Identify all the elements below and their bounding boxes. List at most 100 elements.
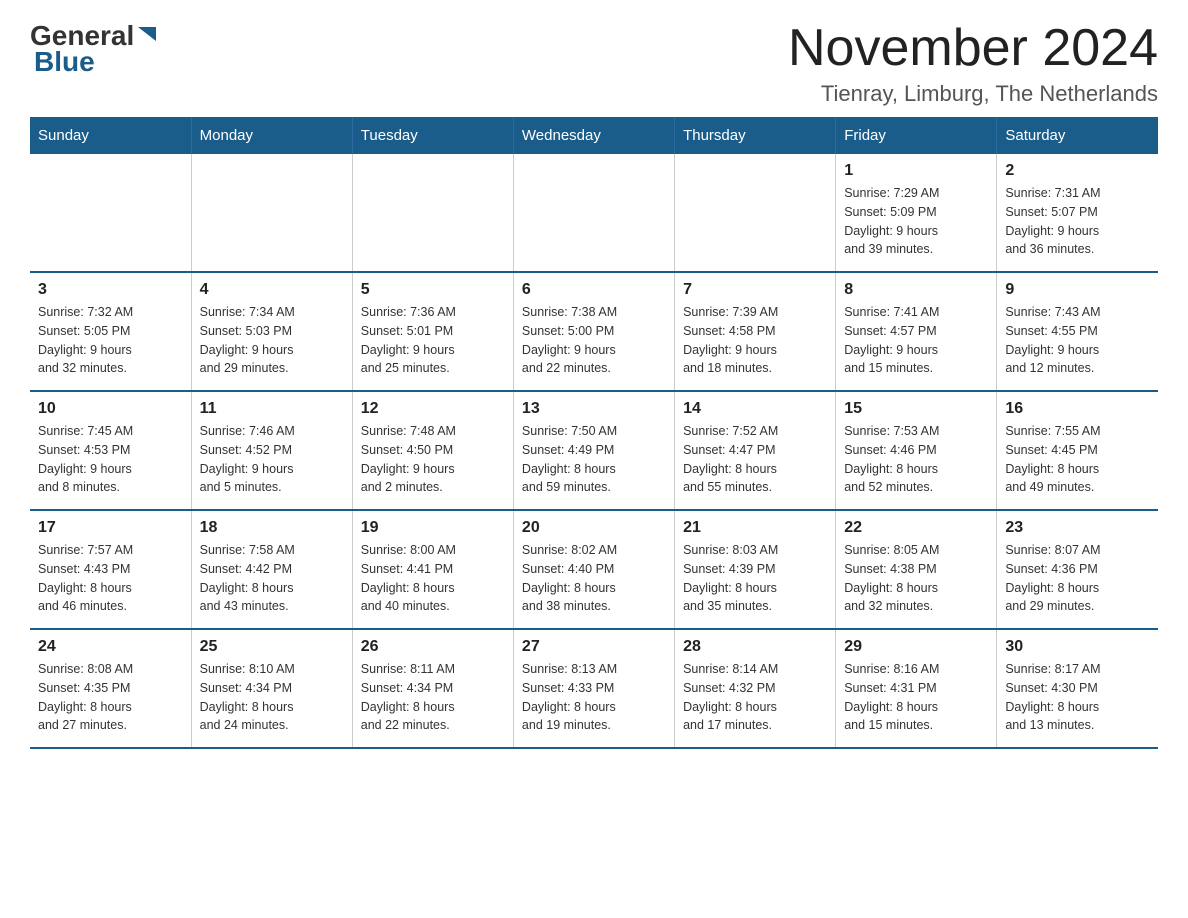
day-info: Sunrise: 7:55 AM Sunset: 4:45 PM Dayligh… — [1005, 422, 1150, 497]
day-info: Sunrise: 7:43 AM Sunset: 4:55 PM Dayligh… — [1005, 303, 1150, 378]
day-number: 7 — [683, 281, 827, 299]
week-row-4: 17Sunrise: 7:57 AM Sunset: 4:43 PM Dayli… — [30, 510, 1158, 629]
header-monday: Monday — [191, 117, 352, 154]
day-info: Sunrise: 7:36 AM Sunset: 5:01 PM Dayligh… — [361, 303, 505, 378]
day-cell — [191, 154, 352, 272]
title-section: November 2024 Tienray, Limburg, The Neth… — [788, 20, 1158, 107]
day-info: Sunrise: 7:58 AM Sunset: 4:42 PM Dayligh… — [200, 541, 344, 616]
day-number: 12 — [361, 400, 505, 418]
day-cell: 27Sunrise: 8:13 AM Sunset: 4:33 PM Dayli… — [513, 629, 674, 748]
day-cell: 5 Sunrise: 7:36 AM Sunset: 5:01 PM Daylig… — [352, 272, 513, 391]
day-cell: 3 Sunrise: 7:32 AM Sunset: 5:05 PM Daylig… — [30, 272, 191, 391]
header-tuesday: Tuesday — [352, 117, 513, 154]
day-number: 28 — [683, 638, 827, 656]
day-number: 25 — [200, 638, 344, 656]
day-cell — [675, 154, 836, 272]
day-number: 24 — [38, 638, 183, 656]
day-cell: 25 Sunrise: 8:10 AM Sunset: 4:34 PM Dayli… — [191, 629, 352, 748]
day-number: 10 — [38, 400, 183, 418]
day-number: 3 — [38, 281, 183, 299]
day-number: 23 — [1005, 519, 1150, 537]
header-thursday: Thursday — [675, 117, 836, 154]
calendar-table: SundayMondayTuesdayWednesdayThursdayFrid… — [30, 117, 1158, 749]
day-info: Sunrise: 7:50 AM Sunset: 4:49 PM Dayligh… — [522, 422, 666, 497]
day-info: Sunrise: 8:07 AM Sunset: 4:36 PM Dayligh… — [1005, 541, 1150, 616]
day-info: Sunrise: 8:10 AM Sunset: 4:34 PM Dayligh… — [200, 660, 344, 735]
day-cell — [352, 154, 513, 272]
location-subtitle: Tienray, Limburg, The Netherlands — [788, 81, 1158, 107]
day-info: Sunrise: 7:46 AM Sunset: 4:52 PM Dayligh… — [200, 422, 344, 497]
month-year-title: November 2024 — [788, 20, 1158, 77]
day-cell: 28 Sunrise: 8:14 AM Sunset: 4:32 PM Dayli… — [675, 629, 836, 748]
header-friday: Friday — [836, 117, 997, 154]
header-saturday: Saturday — [997, 117, 1158, 154]
day-info: Sunrise: 7:52 AM Sunset: 4:47 PM Dayligh… — [683, 422, 827, 497]
logo: General Blue — [30, 20, 158, 78]
day-number: 14 — [683, 400, 827, 418]
day-info: Sunrise: 7:32 AM Sunset: 5:05 PM Dayligh… — [38, 303, 183, 378]
day-number: 19 — [361, 519, 505, 537]
day-cell: 1 Sunrise: 7:29 AM Sunset: 5:09 PM Daylig… — [836, 154, 997, 272]
day-cell: 7 Sunrise: 7:39 AM Sunset: 4:58 PM Daylig… — [675, 272, 836, 391]
logo-blue-text: Blue — [34, 46, 95, 78]
day-cell — [513, 154, 674, 272]
day-info: Sunrise: 7:45 AM Sunset: 4:53 PM Dayligh… — [38, 422, 183, 497]
day-info: Sunrise: 8:02 AM Sunset: 4:40 PM Dayligh… — [522, 541, 666, 616]
day-number: 26 — [361, 638, 505, 656]
day-info: Sunrise: 8:16 AM Sunset: 4:31 PM Dayligh… — [844, 660, 988, 735]
day-cell: 29 Sunrise: 8:16 AM Sunset: 4:31 PM Dayli… — [836, 629, 997, 748]
day-cell: 13 Sunrise: 7:50 AM Sunset: 4:49 PM Dayli… — [513, 391, 674, 510]
day-cell: 18 Sunrise: 7:58 AM Sunset: 4:42 PM Dayli… — [191, 510, 352, 629]
day-info: Sunrise: 7:57 AM Sunset: 4:43 PM Dayligh… — [38, 541, 183, 616]
week-row-2: 3 Sunrise: 7:32 AM Sunset: 5:05 PM Daylig… — [30, 272, 1158, 391]
week-row-5: 24Sunrise: 8:08 AM Sunset: 4:35 PM Dayli… — [30, 629, 1158, 748]
day-number: 1 — [844, 162, 988, 180]
header-wednesday: Wednesday — [513, 117, 674, 154]
day-info: Sunrise: 7:34 AM Sunset: 5:03 PM Dayligh… — [200, 303, 344, 378]
day-cell: 11 Sunrise: 7:46 AM Sunset: 4:52 PM Dayli… — [191, 391, 352, 510]
day-number: 4 — [200, 281, 344, 299]
day-cell: 23 Sunrise: 8:07 AM Sunset: 4:36 PM Dayli… — [997, 510, 1158, 629]
day-info: Sunrise: 8:03 AM Sunset: 4:39 PM Dayligh… — [683, 541, 827, 616]
day-info: Sunrise: 7:48 AM Sunset: 4:50 PM Dayligh… — [361, 422, 505, 497]
day-cell: 17Sunrise: 7:57 AM Sunset: 4:43 PM Dayli… — [30, 510, 191, 629]
calendar-header-row: SundayMondayTuesdayWednesdayThursdayFrid… — [30, 117, 1158, 154]
day-number: 13 — [522, 400, 666, 418]
day-cell: 9 Sunrise: 7:43 AM Sunset: 4:55 PM Daylig… — [997, 272, 1158, 391]
day-info: Sunrise: 8:05 AM Sunset: 4:38 PM Dayligh… — [844, 541, 988, 616]
day-number: 9 — [1005, 281, 1150, 299]
day-cell: 20 Sunrise: 8:02 AM Sunset: 4:40 PM Dayli… — [513, 510, 674, 629]
day-cell: 19Sunrise: 8:00 AM Sunset: 4:41 PM Dayli… — [352, 510, 513, 629]
day-cell: 10 Sunrise: 7:45 AM Sunset: 4:53 PM Dayli… — [30, 391, 191, 510]
day-info: Sunrise: 8:13 AM Sunset: 4:33 PM Dayligh… — [522, 660, 666, 735]
day-info: Sunrise: 7:39 AM Sunset: 4:58 PM Dayligh… — [683, 303, 827, 378]
day-cell: 8Sunrise: 7:41 AM Sunset: 4:57 PM Daylig… — [836, 272, 997, 391]
day-cell: 14 Sunrise: 7:52 AM Sunset: 4:47 PM Dayli… — [675, 391, 836, 510]
day-number: 18 — [200, 519, 344, 537]
day-cell: 22 Sunrise: 8:05 AM Sunset: 4:38 PM Dayli… — [836, 510, 997, 629]
day-info: Sunrise: 8:14 AM Sunset: 4:32 PM Dayligh… — [683, 660, 827, 735]
day-info: Sunrise: 7:53 AM Sunset: 4:46 PM Dayligh… — [844, 422, 988, 497]
day-number: 16 — [1005, 400, 1150, 418]
day-cell — [30, 154, 191, 272]
day-number: 29 — [844, 638, 988, 656]
day-number: 11 — [200, 400, 344, 418]
day-info: Sunrise: 7:29 AM Sunset: 5:09 PM Dayligh… — [844, 184, 988, 259]
day-number: 20 — [522, 519, 666, 537]
day-number: 15 — [844, 400, 988, 418]
day-cell: 21 Sunrise: 8:03 AM Sunset: 4:39 PM Dayli… — [675, 510, 836, 629]
day-cell: 16 Sunrise: 7:55 AM Sunset: 4:45 PM Dayli… — [997, 391, 1158, 510]
day-cell: 12 Sunrise: 7:48 AM Sunset: 4:50 PM Dayli… — [352, 391, 513, 510]
day-info: Sunrise: 8:11 AM Sunset: 4:34 PM Dayligh… — [361, 660, 505, 735]
day-info: Sunrise: 7:31 AM Sunset: 5:07 PM Dayligh… — [1005, 184, 1150, 259]
day-number: 2 — [1005, 162, 1150, 180]
header-sunday: Sunday — [30, 117, 191, 154]
day-cell: 6Sunrise: 7:38 AM Sunset: 5:00 PM Daylig… — [513, 272, 674, 391]
day-cell: 26 Sunrise: 8:11 AM Sunset: 4:34 PM Dayli… — [352, 629, 513, 748]
day-number: 21 — [683, 519, 827, 537]
day-number: 5 — [361, 281, 505, 299]
day-cell: 2 Sunrise: 7:31 AM Sunset: 5:07 PM Daylig… — [997, 154, 1158, 272]
day-number: 30 — [1005, 638, 1150, 656]
day-number: 22 — [844, 519, 988, 537]
day-cell: 15 Sunrise: 7:53 AM Sunset: 4:46 PM Dayli… — [836, 391, 997, 510]
